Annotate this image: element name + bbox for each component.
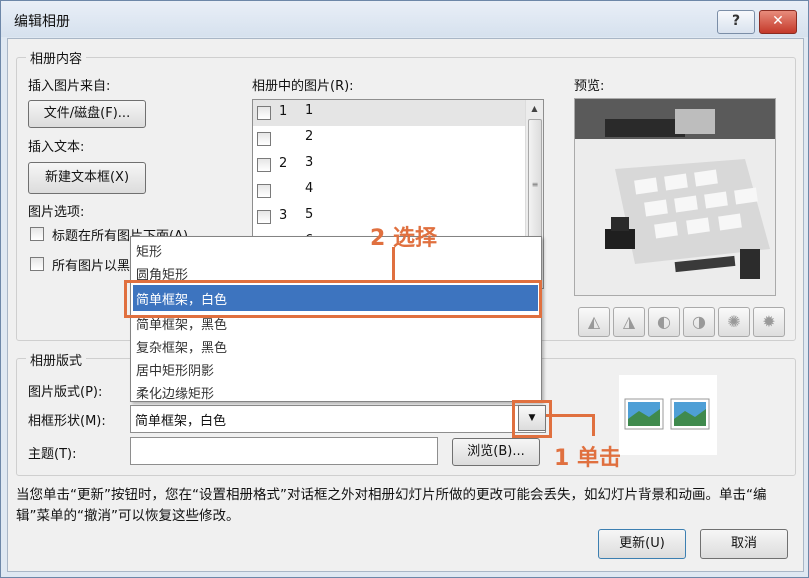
picture-name: 1 (305, 103, 314, 118)
contrast-down-icon[interactable]: ◑ (683, 307, 715, 337)
preview-label: 预览: (574, 79, 605, 94)
step-2-annotation: 2 选择 (370, 226, 437, 251)
picture-name: 4 (305, 181, 314, 196)
help-button[interactable]: ? (717, 10, 755, 34)
picture-list-item[interactable]: 2 3 (253, 152, 526, 178)
close-button[interactable]: ✕ (759, 10, 797, 34)
album-layout-legend: 相册版式 (26, 350, 87, 369)
picture-layout-label: 图片版式(P): (28, 385, 103, 400)
browse-button[interactable]: 浏览(B)... (452, 438, 540, 466)
frame-shape-label: 相框形状(M): (28, 414, 106, 429)
caption-below-checkbox[interactable] (30, 227, 44, 241)
album-content-legend: 相册内容 (26, 48, 87, 67)
landscape-thumbnail-icon (624, 398, 710, 430)
picture-checkbox[interactable] (257, 210, 271, 224)
brightness-up-icon[interactable]: ✺ (718, 307, 750, 337)
file-disk-button[interactable]: 文件/磁盘(F)... (28, 100, 146, 128)
dropdown-option[interactable]: 居中矩形阴影 (136, 360, 214, 379)
dropdown-option[interactable]: 矩形 (136, 241, 162, 260)
dropdown-option[interactable]: 复杂框架，黑色 (136, 337, 227, 356)
dropdown-callout-box (512, 400, 552, 438)
preview-image (575, 99, 775, 295)
picture-group-number: 1 (279, 104, 288, 119)
picture-group-number: 3 (279, 208, 288, 223)
insert-text-label: 插入文本: (28, 140, 85, 155)
picture-list-item[interactable]: 4 (253, 178, 526, 204)
title-bar: 编辑相册 ? ✕ (1, 1, 808, 37)
picture-checkbox[interactable] (257, 184, 271, 198)
dropdown-callout-line-v (592, 414, 595, 436)
rotate-left-icon[interactable]: ◭ (578, 307, 610, 337)
update-button[interactable]: 更新(U) (598, 529, 686, 559)
theme-input[interactable] (130, 437, 438, 465)
selection-callout-box (124, 280, 542, 318)
picture-checkbox[interactable] (257, 158, 271, 172)
picture-name: 2 (305, 129, 314, 144)
all-bw-checkbox[interactable] (30, 257, 44, 271)
update-warning-text: 当您单击“更新”按钮时，您在“设置相册格式”对话框之外对相册幻灯片所做的更改可能… (16, 487, 767, 524)
scroll-up-arrow-icon[interactable]: ▲ (527, 100, 542, 117)
theme-label: 主题(T): (28, 447, 77, 462)
frame-shape-combo[interactable]: 简单框架，白色 (130, 405, 546, 433)
pictures-in-album-label: 相册中的图片(R): (252, 79, 354, 94)
insert-picture-from-label: 插入图片来自: (28, 79, 111, 94)
picture-name: 5 (305, 207, 314, 222)
dropdown-callout-line-h (546, 414, 594, 417)
new-textbox-button[interactable]: 新建文本框(X) (28, 162, 146, 194)
step-1-annotation: 1 单击 (554, 446, 621, 471)
dropdown-option[interactable]: 柔化边缘矩形 (136, 383, 214, 402)
picture-list-item[interactable]: 1 1 (253, 100, 526, 126)
frame-shape-value: 简单框架，白色 (135, 414, 227, 429)
cancel-button[interactable]: 取消 (700, 529, 788, 559)
dialog-title: 编辑相册 (14, 14, 70, 30)
layout-thumbnail (619, 375, 717, 455)
picture-list-item[interactable]: 2 (253, 126, 526, 152)
picture-options-label: 图片选项: (28, 205, 85, 220)
picture-checkbox[interactable] (257, 132, 271, 146)
picture-checkbox[interactable] (257, 106, 271, 120)
rotate-right-icon[interactable]: ◮ (613, 307, 645, 337)
picture-name: 3 (305, 155, 314, 170)
brightness-down-icon[interactable]: ✹ (753, 307, 785, 337)
picture-group-number: 2 (279, 156, 288, 171)
contrast-up-icon[interactable]: ◐ (648, 307, 680, 337)
frame-shape-dropdown[interactable]: 矩形 圆角矩形 简单框架，白色 简单框架，黑色 复杂框架，黑色 居中矩形阴影 柔… (130, 236, 542, 402)
picture-preview (574, 98, 776, 296)
